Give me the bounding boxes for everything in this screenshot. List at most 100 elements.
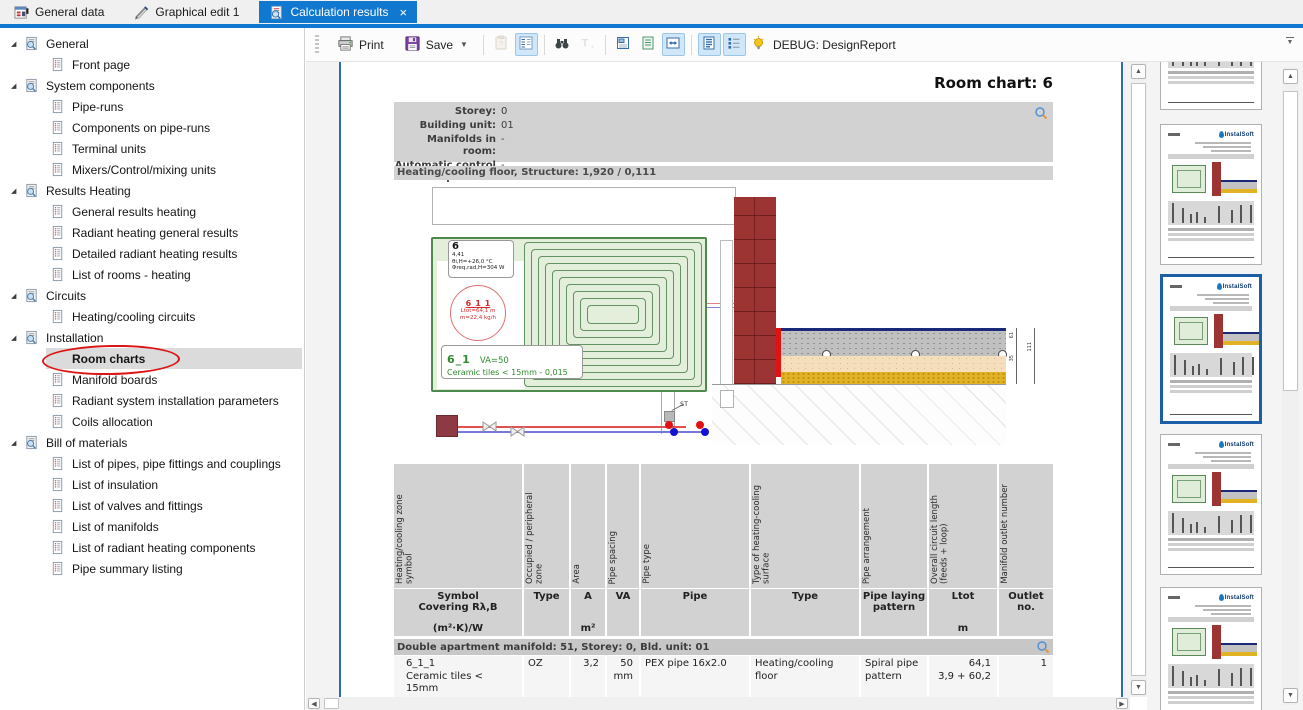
dline: Ceramic tiles < 15mm: [406, 671, 518, 696]
tree-item-list-of-pipes-pipe-fittings-and-couplings[interactable]: List of pipes, pipe fittings and couplin…: [0, 453, 304, 474]
continuous-view-button[interactable]: [637, 33, 660, 56]
tree-item-radiant-heating-general-results[interactable]: Radiant heating general results: [0, 222, 304, 243]
report-icon: [50, 309, 68, 324]
page-thumbnail-5[interactable]: InstalSoft: [1160, 587, 1262, 710]
th-rl: [1168, 701, 1254, 704]
valve-icon: [510, 426, 525, 437]
tree-item-front-page[interactable]: Front page: [0, 54, 304, 75]
th-tick: [1172, 513, 1174, 533]
outline-button[interactable]: [723, 33, 746, 56]
page-blue-icon: [615, 35, 631, 54]
close-icon[interactable]: ×: [399, 6, 407, 19]
tree-item-radiant-system-installation-parameters[interactable]: Radiant system installation parameters: [0, 390, 304, 411]
expand-caret-icon[interactable]: ◢: [11, 40, 24, 48]
page-edge-line: [339, 62, 341, 697]
expand-caret-icon[interactable]: ◢: [11, 187, 24, 195]
page-thumbnail-2[interactable]: InstalSoft: [1160, 124, 1262, 265]
tab-graphical-edit-1[interactable]: Graphical edit 1: [124, 1, 249, 23]
tree-item-list-of-valves-and-fittings[interactable]: List of valves and fittings: [0, 495, 304, 516]
tree-item-list-of-rooms-heating[interactable]: List of rooms - heating: [0, 264, 304, 285]
th-yellow: [1223, 341, 1259, 345]
scrollbar-thumb[interactable]: [1283, 91, 1298, 391]
tree-group-bill-of-materials[interactable]: ◢Bill of materials: [0, 432, 304, 453]
th-tick: [1190, 524, 1192, 533]
tree-item-list-of-manifolds[interactable]: List of manifolds: [0, 516, 304, 537]
tab-general-data[interactable]: General data: [4, 1, 114, 23]
shtop: SymbolCovering Rλ,B: [395, 591, 521, 613]
tree-item-components-on-pipe-runs[interactable]: Components on pipe-runs: [0, 117, 304, 138]
tree-item-detailed-radiant-heating-results[interactable]: Detailed radiant heating results: [0, 243, 304, 264]
save-button[interactable]: Save ▼: [394, 32, 478, 58]
tree-item-mixers-control-mixing-units[interactable]: Mixers/Control/mixing units: [0, 159, 304, 180]
report-group-icon: [24, 435, 42, 450]
page-layout-button[interactable]: [698, 33, 721, 56]
toolbar-overflow-button[interactable]: ▼: [1284, 37, 1296, 46]
th-dash: [1168, 443, 1180, 446]
report-structure-button[interactable]: [515, 33, 538, 56]
scroll-down-button[interactable]: ▼: [1131, 680, 1146, 695]
tree-item-heating-cooling-circuits[interactable]: Heating/cooling circuits: [0, 306, 304, 327]
scrollbar-thumb[interactable]: [324, 698, 339, 709]
toolbar-grip[interactable]: [315, 35, 319, 55]
rotated-header-text: Occupied / peripheral zone: [526, 470, 545, 584]
tree-item-pipe-runs[interactable]: Pipe-runs: [0, 96, 304, 117]
manifold-group-label: Double apartment manifold: 51, Storey: 0…: [397, 642, 709, 653]
scroll-down-button[interactable]: ▼: [1283, 688, 1298, 703]
expand-caret-icon[interactable]: ◢: [11, 334, 24, 342]
magnifier-icon[interactable]: [1034, 105, 1048, 119]
tree-item-manifold-boards[interactable]: Manifold boards: [0, 369, 304, 390]
tree-item-pipe-summary-listing[interactable]: Pipe summary listing: [0, 558, 304, 579]
tree-item-general-results-heating[interactable]: General results heating: [0, 201, 304, 222]
page-thumbnail-3[interactable]: InstalSoft: [1160, 274, 1262, 424]
tree-item-coils-allocation[interactable]: Coils allocation: [0, 411, 304, 432]
thumbnails-scrollbar[interactable]: ▲ ▼: [1282, 67, 1299, 705]
scroll-left-button[interactable]: ◀: [308, 698, 320, 709]
shbot: m: [930, 623, 996, 634]
tree-group-results-heating[interactable]: ◢Results Heating: [0, 180, 304, 201]
tree-item-terminal-units[interactable]: Terminal units: [0, 138, 304, 159]
fit-width-button[interactable]: [662, 33, 685, 56]
th-bar: [1168, 154, 1254, 159]
scrollbar-thumb[interactable]: [1131, 83, 1146, 676]
tab-label: General data: [35, 5, 104, 19]
table-cell: Spiral pipepattern: [861, 656, 929, 697]
page-width-icon: [665, 35, 681, 54]
tree-item-list-of-insulation[interactable]: List of insulation: [0, 474, 304, 495]
tab-calculation-results[interactable]: Calculation results×: [259, 1, 417, 23]
tree-group-system-components[interactable]: ◢ System components: [0, 75, 304, 96]
page-view-button[interactable]: [612, 33, 635, 56]
th-tick: [1250, 515, 1252, 533]
report-group-icon: [24, 78, 42, 93]
expand-caret-icon[interactable]: ◢: [11, 439, 24, 447]
preview-vertical-scrollbar[interactable]: ▲ ▼: [1130, 62, 1147, 697]
scroll-up-button[interactable]: ▲: [1283, 69, 1298, 84]
scroll-right-button[interactable]: ▶: [1116, 698, 1128, 709]
scroll-up-button[interactable]: ▲: [1131, 64, 1146, 79]
th-ring: [1177, 633, 1201, 651]
th-tick: [1184, 360, 1186, 375]
report-icon: [50, 57, 68, 72]
calculation-results-icon: [269, 5, 284, 20]
room-outline: [432, 187, 736, 225]
tree-group-general[interactable]: ◢General: [0, 33, 304, 54]
tree-item-list-of-radiant-heating-components[interactable]: List of radiant heating components: [0, 537, 304, 558]
page-thumbnail-4[interactable]: InstalSoft: [1160, 434, 1262, 575]
expand-caret-icon[interactable]: ◢: [11, 82, 24, 90]
preview-horizontal-scrollbar[interactable]: ◀ ▶: [306, 697, 1130, 710]
tree-group-label: System components: [46, 79, 155, 93]
th-tick: [1250, 205, 1252, 223]
page-thumbnail-1[interactable]: InstalSoft: [1160, 62, 1262, 110]
debug-report-chip[interactable]: DEBUG: DesignReport: [751, 35, 896, 55]
tree-item-label: Pipe-runs: [72, 100, 123, 114]
tree-item-room-charts[interactable]: Room charts: [0, 348, 304, 369]
find-button[interactable]: [551, 33, 574, 56]
tree-group-circuits[interactable]: ◢Circuits: [0, 285, 304, 306]
tree-item-label: List of insulation: [72, 478, 158, 492]
th-tick: [1172, 203, 1174, 223]
magnifier-icon[interactable]: [1036, 640, 1050, 654]
expand-caret-icon[interactable]: ◢: [11, 292, 24, 300]
tree-group-installation[interactable]: ◢Installation: [0, 327, 304, 348]
print-button[interactable]: Print: [327, 32, 394, 58]
th-tick: [1182, 62, 1184, 66]
div: Pipe: [642, 591, 748, 602]
